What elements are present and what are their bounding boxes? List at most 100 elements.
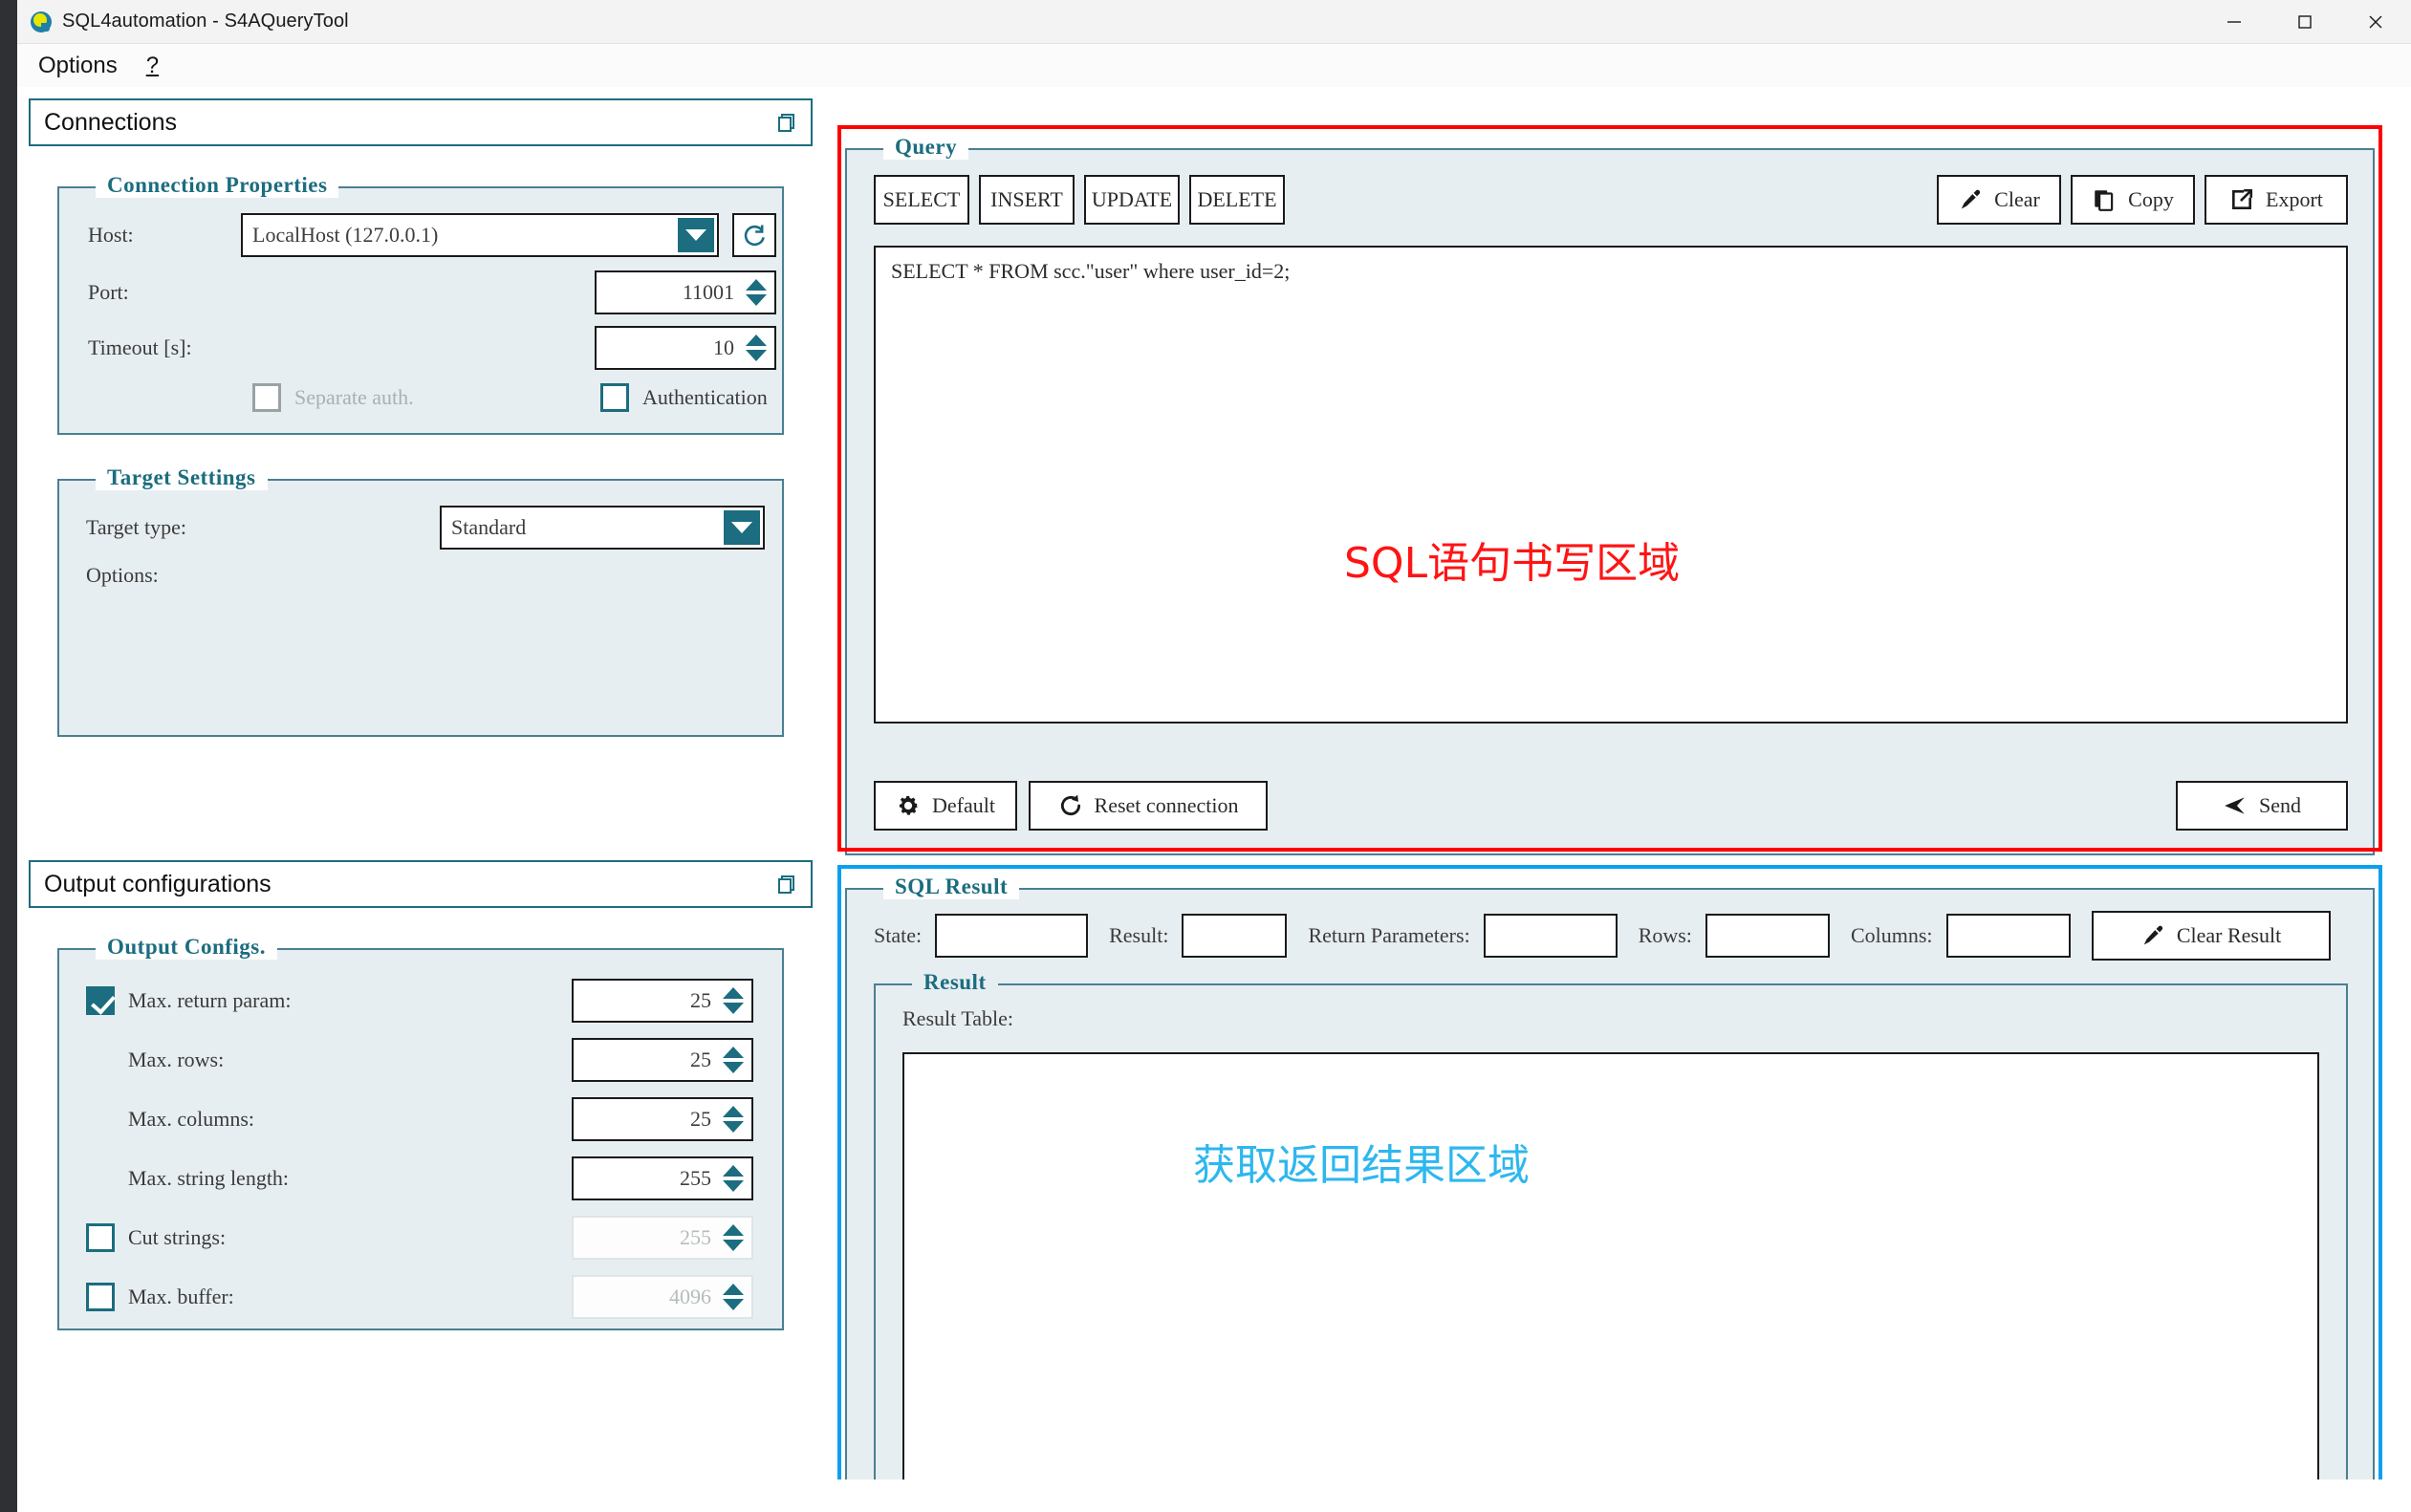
- host-combobox[interactable]: LocalHost (127.0.0.1): [241, 213, 719, 257]
- copy-button-label: Copy: [2128, 187, 2174, 211]
- authentication-label: Authentication: [642, 385, 768, 409]
- clear-button[interactable]: Clear: [1937, 175, 2061, 225]
- state-label: State:: [874, 923, 923, 947]
- stepper[interactable]: [721, 981, 746, 1021]
- clear-result-button[interactable]: Clear Result: [2091, 911, 2331, 961]
- stepper-down-icon[interactable]: [746, 294, 767, 306]
- state-field: [935, 914, 1089, 958]
- connections-panel-title: Connections: [44, 108, 177, 136]
- stepper-up-icon[interactable]: [723, 1284, 744, 1295]
- output-config-value: 255: [680, 1225, 711, 1249]
- export-button[interactable]: Export: [2205, 175, 2348, 225]
- window-controls: [2199, 0, 2411, 43]
- minimize-button[interactable]: [2199, 0, 2270, 43]
- output-configs-group: Output Configs. Max. return param: 25 Ma…: [57, 935, 784, 1330]
- stepper-up-icon[interactable]: [723, 1106, 744, 1117]
- refresh-hosts-button[interactable]: [732, 213, 776, 257]
- chevron-down-icon[interactable]: [724, 510, 760, 545]
- default-button[interactable]: Default: [874, 781, 1017, 831]
- output-panel-header[interactable]: Output configurations: [29, 860, 813, 908]
- max-buffer-spinbox[interactable]: 4096: [572, 1275, 753, 1319]
- select-button[interactable]: SELECT: [874, 175, 969, 225]
- stepper-up-icon[interactable]: [746, 335, 767, 346]
- port-spinbox[interactable]: 11001: [595, 270, 776, 314]
- stepper[interactable]: [721, 1218, 746, 1258]
- update-button[interactable]: UPDATE: [1084, 175, 1180, 225]
- cut-strings-spinbox[interactable]: 255: [572, 1216, 753, 1260]
- timeout-stepper[interactable]: [744, 328, 769, 368]
- right-column: Query SELECT INSERT UPDATE DELETE Clear …: [837, 98, 2386, 1480]
- stepper-down-icon[interactable]: [723, 1062, 744, 1073]
- columns-field: [1945, 914, 2071, 958]
- connections-panel: Connections Connection Properties Host: …: [29, 98, 813, 791]
- stepper-up-icon[interactable]: [723, 1165, 744, 1177]
- connections-panel-body: Connection Properties Host: LocalHost (1…: [29, 146, 813, 737]
- menu-item-help[interactable]: ?: [142, 51, 163, 81]
- sql-result-group: SQL Result State: Result: Return Paramet…: [845, 875, 2375, 1480]
- options-row: Options:: [86, 563, 782, 588]
- max-return-param-spinbox[interactable]: 25: [572, 979, 753, 1023]
- max-columns-spinbox[interactable]: 25: [572, 1097, 753, 1141]
- target-type-combobox[interactable]: Standard: [440, 506, 765, 550]
- result-table[interactable]: [902, 1052, 2319, 1480]
- stepper[interactable]: [721, 1277, 746, 1317]
- separate-auth-checkbox[interactable]: [252, 383, 281, 412]
- max-buffer-checkbox[interactable]: [86, 1283, 115, 1311]
- restore-window-icon[interactable]: [776, 112, 797, 133]
- stepper-up-icon[interactable]: [723, 987, 744, 999]
- timeout-value: 10: [713, 335, 734, 359]
- connections-panel-header[interactable]: Connections: [29, 98, 813, 146]
- target-settings-group: Target Settings Target type: Standard Op…: [57, 465, 784, 737]
- stepper-down-icon[interactable]: [723, 1180, 744, 1192]
- stepper-down-icon[interactable]: [723, 1121, 744, 1133]
- reset-connection-button[interactable]: Reset connection: [1029, 781, 1268, 831]
- stepper-up-icon[interactable]: [746, 279, 767, 291]
- cut-strings-checkbox[interactable]: [86, 1223, 115, 1252]
- insert-button[interactable]: INSERT: [979, 175, 1075, 225]
- stepper[interactable]: [721, 1040, 746, 1080]
- max-rows-spinbox[interactable]: 25: [572, 1038, 753, 1082]
- close-button[interactable]: [2340, 0, 2411, 43]
- output-config-label: Max. return param:: [128, 988, 292, 1012]
- separate-auth-label: Separate auth.: [294, 385, 414, 409]
- menu-item-options[interactable]: Options: [34, 51, 121, 81]
- connection-properties-group: Connection Properties Host: LocalHost (1…: [57, 173, 784, 435]
- port-stepper[interactable]: [744, 272, 769, 313]
- timeout-spinbox[interactable]: 10: [595, 326, 776, 370]
- send-button[interactable]: Send: [2176, 781, 2348, 831]
- chevron-down-icon[interactable]: [678, 218, 714, 252]
- output-config-label: Max. rows:: [128, 1048, 225, 1071]
- stepper-down-icon[interactable]: [723, 1003, 744, 1014]
- target-type-value: Standard: [451, 515, 527, 539]
- authentication-checkbox[interactable]: [600, 383, 629, 412]
- connection-properties-legend: Connection Properties: [96, 173, 339, 198]
- max-return-param-checkbox[interactable]: [86, 986, 115, 1015]
- host-label: Host:: [88, 223, 134, 247]
- stepper-down-icon[interactable]: [746, 350, 767, 361]
- output-config-label: Max. string length:: [128, 1166, 290, 1190]
- delete-button[interactable]: DELETE: [1189, 175, 1285, 225]
- output-config-row: Max. buffer: 4096: [86, 1275, 753, 1319]
- export-button-label: Export: [2266, 187, 2323, 211]
- stepper-up-icon[interactable]: [723, 1224, 744, 1236]
- stepper-down-icon[interactable]: [723, 1299, 744, 1310]
- maximize-button[interactable]: [2270, 0, 2340, 43]
- port-label: Port:: [88, 280, 129, 304]
- query-legend: Query: [883, 135, 969, 160]
- query-editor[interactable]: SELECT * FROM scc."user" where user_id=2…: [874, 246, 2348, 724]
- copy-button[interactable]: Copy: [2071, 175, 2195, 225]
- output-config-label: Cut strings:: [128, 1225, 227, 1249]
- send-bar: Send: [2176, 781, 2348, 831]
- port-value: 11001: [682, 280, 734, 304]
- stepper-down-icon[interactable]: [723, 1240, 744, 1251]
- stepper[interactable]: [721, 1099, 746, 1139]
- stepper-up-icon[interactable]: [723, 1047, 744, 1058]
- output-config-row: Cut strings: 255: [86, 1216, 753, 1260]
- max-string-length-spinbox[interactable]: 255: [572, 1156, 753, 1200]
- stepper[interactable]: [721, 1158, 746, 1199]
- clear-result-button-label: Clear Result: [2176, 923, 2282, 947]
- title-bar: SQL4automation - S4AQueryTool: [17, 0, 2411, 44]
- restore-window-icon[interactable]: [776, 874, 797, 895]
- sql-result-legend: SQL Result: [883, 875, 1020, 899]
- output-config-label: Max. columns:: [128, 1107, 254, 1131]
